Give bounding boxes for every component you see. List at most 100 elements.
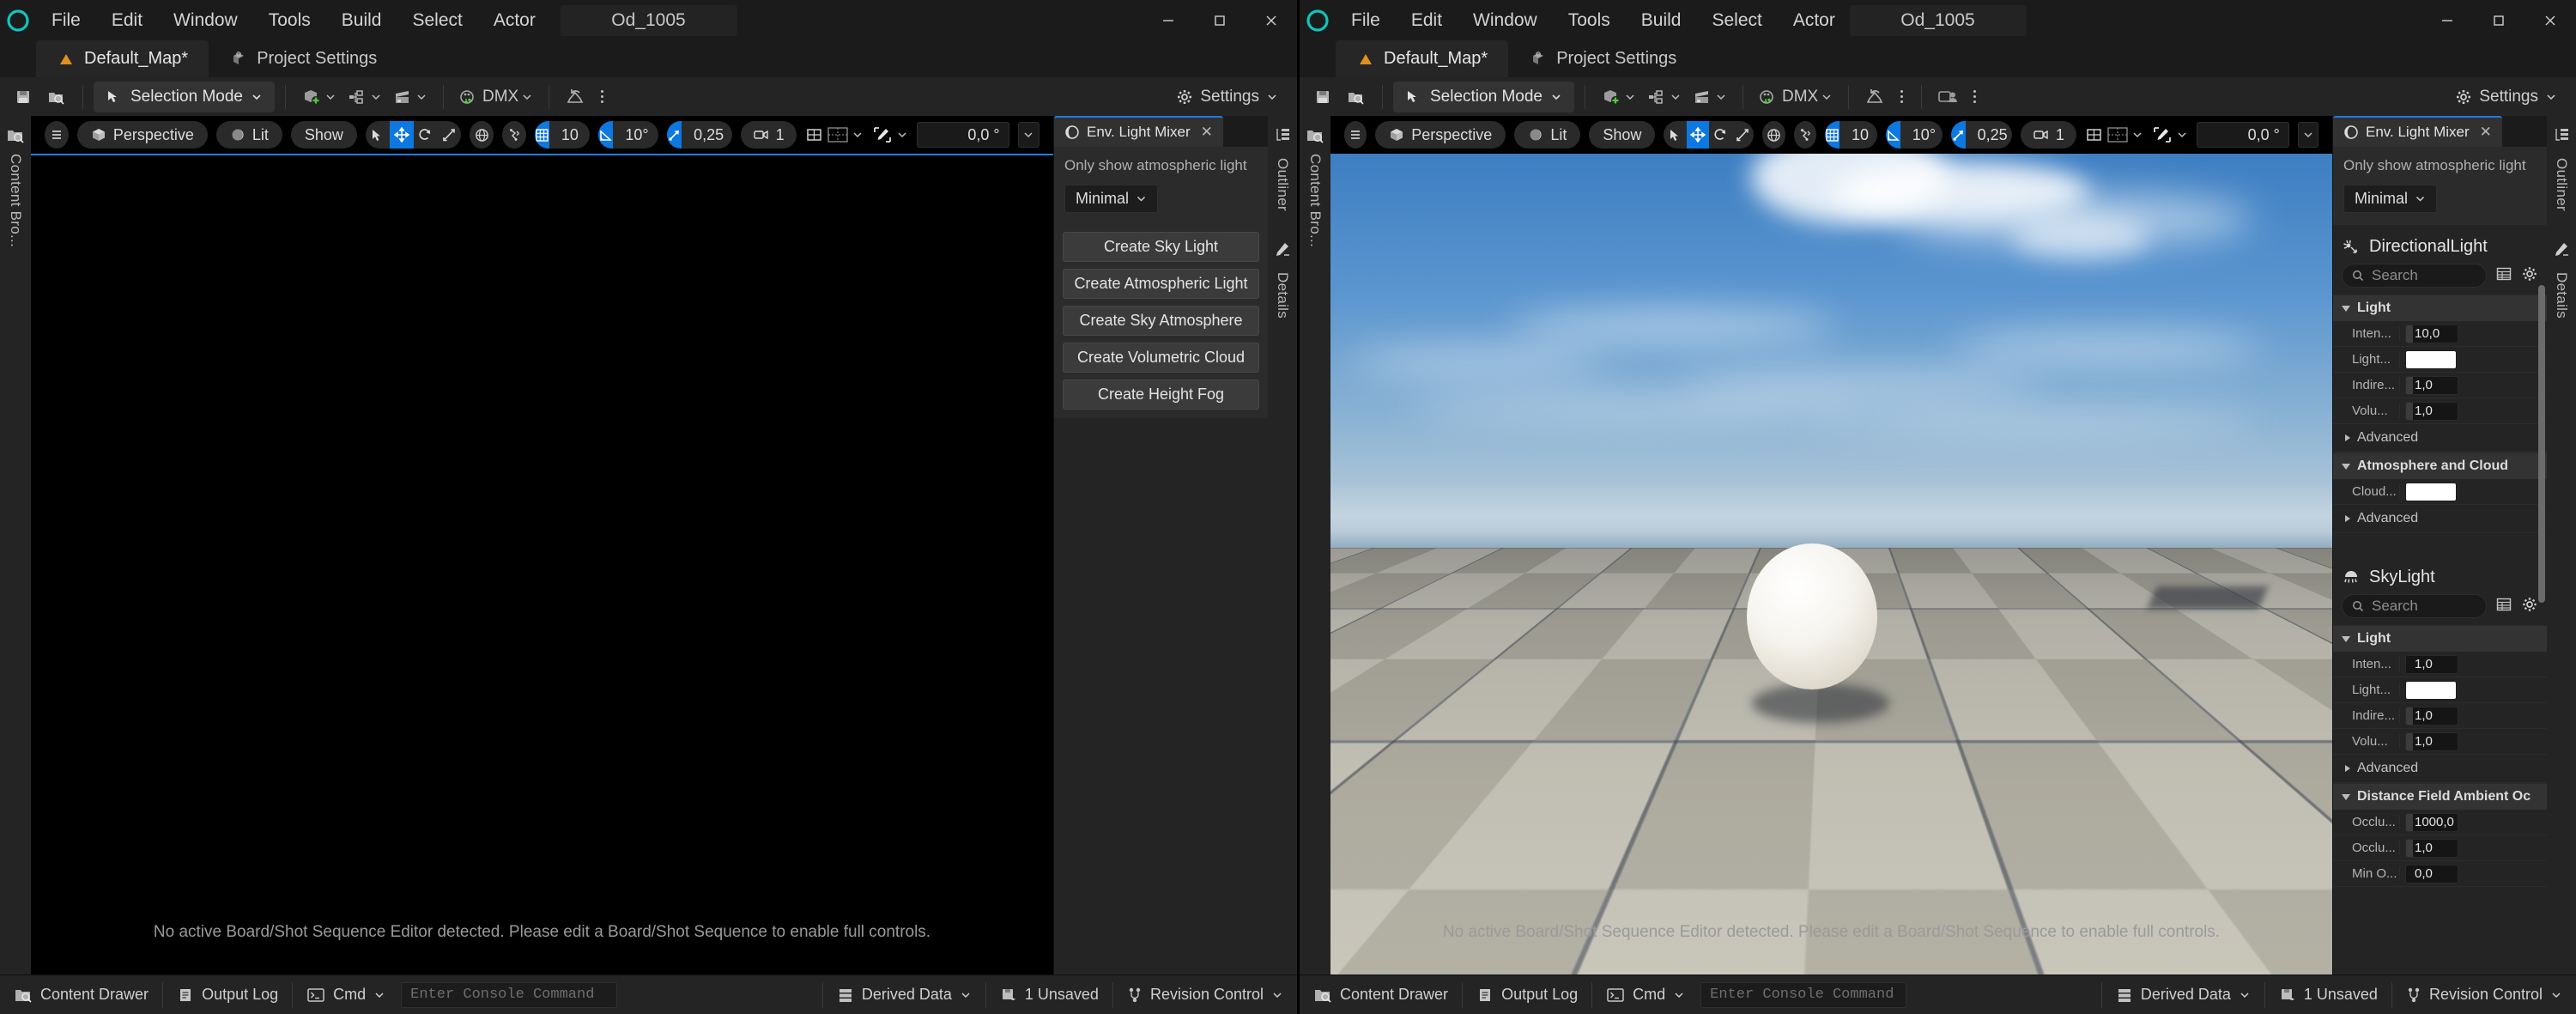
angle-snap-icon[interactable] bbox=[598, 121, 614, 149]
platform-icon[interactable] bbox=[560, 82, 592, 112]
scale-icon[interactable] bbox=[437, 121, 461, 149]
property-row[interactable]: Volu... 1,0 bbox=[2333, 729, 2547, 755]
cinematics-button[interactable] bbox=[1687, 82, 1732, 112]
angle-snap-icon[interactable] bbox=[1885, 121, 1900, 149]
section-header-dfao[interactable]: Distance Field Ambient Oc bbox=[2333, 783, 2547, 810]
scale-snap-value[interactable]: 0,25 bbox=[1965, 121, 2012, 149]
property-number-input[interactable]: 10,0 bbox=[2405, 324, 2458, 343]
select-arrow-icon[interactable] bbox=[1664, 121, 1686, 149]
rotation-field[interactable]: 0,0 ° bbox=[2196, 122, 2289, 148]
hamburger-icon[interactable] bbox=[45, 121, 69, 149]
mode-select[interactable]: Minimal bbox=[1064, 185, 1159, 213]
surface-snap-icon[interactable] bbox=[1793, 121, 1816, 149]
maximize-icon[interactable] bbox=[1194, 0, 1246, 40]
angle-snap-control[interactable]: 10° bbox=[598, 121, 659, 149]
rotate-icon[interactable] bbox=[414, 121, 438, 149]
details-label[interactable]: Details bbox=[2553, 272, 2570, 319]
dmx-button[interactable]: DMX bbox=[1754, 82, 1838, 112]
property-row[interactable]: Light... bbox=[2333, 677, 2547, 703]
property-number-input[interactable]: 1,0 bbox=[2405, 375, 2458, 395]
scale-snap-icon[interactable] bbox=[1950, 121, 1966, 149]
cinematics-button[interactable] bbox=[387, 82, 433, 112]
create-volumetric-cloud-button[interactable]: Create Volumetric Cloud bbox=[1063, 343, 1259, 373]
pencil-tool-button[interactable] bbox=[872, 125, 908, 144]
world-coords-icon[interactable] bbox=[470, 121, 494, 149]
section-header-atmosphere-cloud[interactable]: Atmosphere and Cloud bbox=[2333, 452, 2547, 479]
viewport-layout-button[interactable] bbox=[2085, 125, 2143, 144]
unsaved-button[interactable]: 1 Unsaved bbox=[2265, 975, 2391, 1014]
property-row[interactable]: Light... bbox=[2333, 347, 2547, 373]
property-number-input[interactable]: 1,0 bbox=[2405, 401, 2458, 421]
section-header-light-0[interactable]: Light bbox=[2333, 294, 2547, 321]
angle-snap-value[interactable]: 10° bbox=[613, 121, 659, 149]
grid-snap-value[interactable]: 10 bbox=[1839, 121, 1877, 149]
menu-build[interactable]: Build bbox=[326, 0, 397, 40]
settings-button[interactable]: Settings bbox=[2445, 82, 2567, 112]
outliner-icon[interactable] bbox=[1273, 126, 1292, 149]
content-browser-icon[interactable] bbox=[4, 124, 27, 147]
close-icon[interactable] bbox=[2524, 0, 2576, 40]
details-list[interactable]: DirectionalLight Search Light Inten... 1… bbox=[2333, 225, 2547, 975]
camera-mode-button[interactable]: Perspective bbox=[1375, 121, 1506, 149]
property-row[interactable]: Volu... 1,0 bbox=[2333, 398, 2547, 424]
world-coords-icon[interactable] bbox=[1762, 121, 1785, 149]
section-header-advanced-2[interactable]: Advanced bbox=[2333, 755, 2547, 783]
gear-icon[interactable] bbox=[2521, 596, 2538, 617]
menu-file[interactable]: File bbox=[36, 0, 96, 40]
table-view-icon[interactable] bbox=[2495, 596, 2512, 617]
level-viewport-left[interactable]: Perspective Lit Show 10 10° 0,25 1 0,0 °… bbox=[31, 116, 1053, 975]
close-icon[interactable]: ✕ bbox=[1201, 124, 1213, 141]
cmd-button[interactable]: Cmd bbox=[1592, 975, 1699, 1014]
menu-edit[interactable]: Edit bbox=[96, 0, 158, 40]
console-input[interactable]: Enter Console Command bbox=[401, 981, 617, 1008]
blueprint-button[interactable] bbox=[342, 82, 387, 112]
angle-snap-control[interactable]: 10° bbox=[1885, 121, 1943, 149]
browse-content-icon[interactable] bbox=[1339, 82, 1372, 112]
output-log-button[interactable]: Output Log bbox=[1463, 975, 1591, 1014]
output-log-button[interactable]: Output Log bbox=[163, 975, 292, 1014]
details-label[interactable]: Details bbox=[1274, 272, 1291, 319]
rotate-icon[interactable] bbox=[1709, 121, 1731, 149]
grid-snap-icon[interactable] bbox=[534, 121, 549, 149]
show-menu-button[interactable]: Show bbox=[1589, 121, 1656, 149]
derived-data-button[interactable]: Derived Data bbox=[823, 975, 985, 1014]
move-icon[interactable] bbox=[389, 121, 414, 149]
menu-select[interactable]: Select bbox=[1696, 0, 1777, 40]
grid-snap-value[interactable]: 10 bbox=[549, 121, 591, 149]
search-input[interactable]: Search bbox=[2342, 594, 2487, 618]
mode-select[interactable]: Minimal bbox=[2343, 185, 2438, 213]
menu-file[interactable]: File bbox=[1336, 0, 1396, 40]
tab-env-light-mixer[interactable]: Env. Light Mixer ✕ bbox=[1054, 116, 1223, 147]
table-view-icon[interactable] bbox=[2495, 265, 2512, 287]
content-drawer-button[interactable]: Content Drawer bbox=[1300, 975, 1462, 1014]
property-row[interactable]: Min O... 0,0 bbox=[2333, 861, 2547, 887]
search-input[interactable]: Search bbox=[2342, 264, 2487, 288]
blueprint-button[interactable] bbox=[1641, 82, 1687, 112]
tab-project-settings[interactable]: Project Settings bbox=[209, 40, 397, 77]
grid-snap-control[interactable]: 10 bbox=[1824, 121, 1877, 149]
property-row[interactable]: Indire... 1,0 bbox=[2333, 373, 2547, 398]
actor-header-sky-light[interactable]: SkyLight bbox=[2333, 556, 2547, 594]
create-sky-atmosphere-button[interactable]: Create Sky Atmosphere bbox=[1063, 306, 1259, 336]
tab-project-settings[interactable]: Project Settings bbox=[1508, 40, 1697, 77]
console-input[interactable]: Enter Console Command bbox=[1700, 981, 1906, 1008]
property-number-input[interactable]: 1000,0 bbox=[2405, 812, 2458, 832]
show-menu-button[interactable]: Show bbox=[290, 121, 357, 149]
viewport-layout-button[interactable] bbox=[805, 125, 864, 144]
property-row[interactable]: Inten... 10,0 bbox=[2333, 321, 2547, 347]
outliner-icon[interactable] bbox=[2552, 126, 2571, 149]
grid-snap-icon[interactable] bbox=[1824, 121, 1840, 149]
menu-actor[interactable]: Actor bbox=[478, 0, 551, 40]
property-row[interactable]: Inten... 1,0 bbox=[2333, 652, 2547, 677]
scale-snap-control[interactable]: 0,25 bbox=[1950, 121, 2012, 149]
content-browser-label[interactable]: Content Bro... bbox=[7, 154, 24, 247]
derived-data-button[interactable]: Derived Data bbox=[2102, 975, 2264, 1014]
dmx-button[interactable]: DMX bbox=[454, 82, 538, 112]
rotation-field[interactable]: 0,0 ° bbox=[916, 122, 1009, 148]
color-swatch[interactable] bbox=[2405, 680, 2457, 700]
selection-mode-button[interactable]: Selection Mode bbox=[94, 81, 275, 112]
platform-overflow-menu[interactable] bbox=[592, 82, 611, 112]
minimize-icon[interactable] bbox=[2421, 0, 2473, 40]
content-browser-label[interactable]: Content Bro... bbox=[1306, 154, 1324, 247]
scale-snap-control[interactable]: 0,25 bbox=[667, 121, 732, 149]
